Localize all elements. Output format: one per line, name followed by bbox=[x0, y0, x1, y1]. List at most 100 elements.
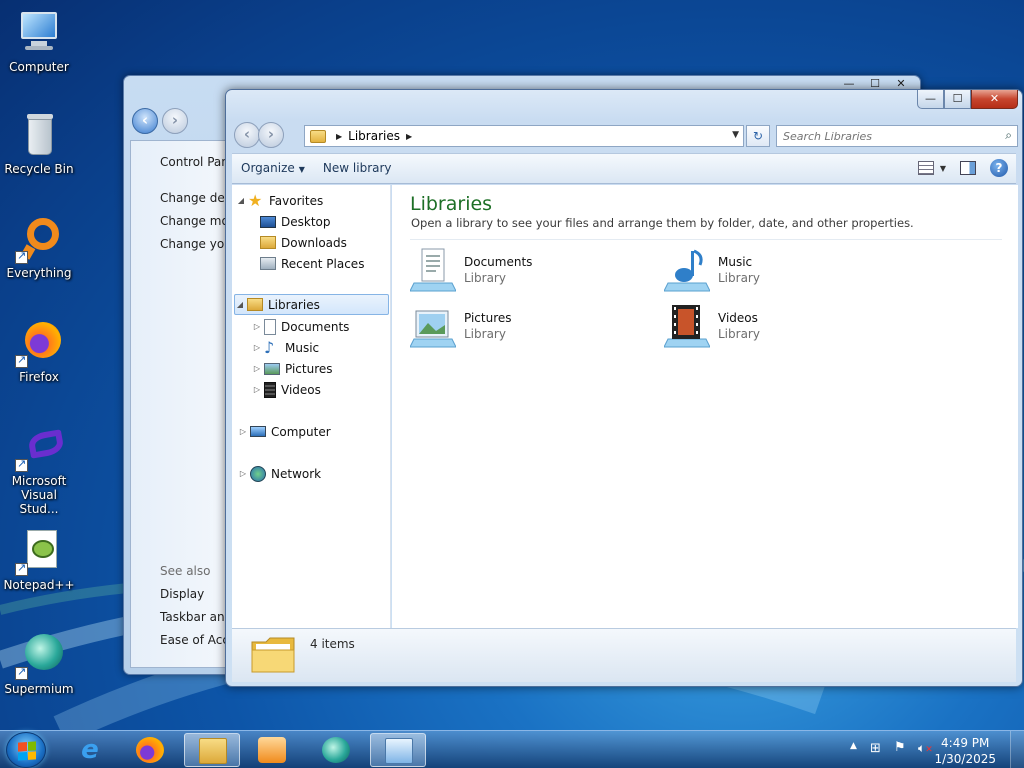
see-also-heading: See also bbox=[160, 564, 211, 578]
desktop-icon-everything[interactable]: Everything bbox=[1, 216, 77, 280]
expand-arrow-icon[interactable]: ▷ bbox=[252, 322, 262, 331]
expand-arrow-icon[interactable]: ◢ bbox=[236, 196, 246, 205]
desktop-icon-firefox[interactable]: Firefox bbox=[1, 320, 77, 384]
library-tile-documents[interactable]: Documents Library bbox=[410, 247, 630, 295]
nav-item-music[interactable]: ▷ ♪ Music bbox=[252, 337, 319, 358]
speaker-muted-icon[interactable]: 🔈︎✕ bbox=[918, 741, 933, 756]
breadcrumb-libraries[interactable]: Libraries bbox=[348, 129, 400, 143]
desktop-icon-label: Recycle Bin bbox=[4, 162, 74, 176]
pictures-icon bbox=[264, 362, 280, 375]
change-view-button[interactable]: ▼ bbox=[917, 161, 946, 175]
nav-label: Network bbox=[271, 466, 322, 481]
organize-button[interactable]: Organize ▼ bbox=[232, 154, 314, 183]
desktop-icon-notepad-plus-plus[interactable]: Notepad++ bbox=[1, 528, 77, 592]
taskbar-link[interactable]: Taskbar and bbox=[160, 610, 232, 624]
firefox-icon bbox=[15, 320, 63, 368]
libraries-icon bbox=[310, 129, 326, 143]
chevron-down-icon: ▼ bbox=[939, 163, 946, 173]
desktop-icon-supermium[interactable]: Supermium bbox=[1, 632, 77, 696]
library-tile-pictures[interactable]: Pictures Library bbox=[410, 303, 630, 351]
pictures-library-icon bbox=[410, 310, 456, 348]
nav-item-videos[interactable]: ▷ Videos bbox=[252, 379, 321, 400]
expand-arrow-icon[interactable]: ▷ bbox=[252, 343, 262, 352]
shortcut-arrow-icon bbox=[15, 353, 28, 368]
desktop-icon-label: Supermium bbox=[4, 682, 74, 696]
show-hidden-icons-icon[interactable]: ▲ bbox=[850, 741, 857, 751]
help-icon[interactable]: ? bbox=[990, 159, 1008, 177]
nav-item-libraries[interactable]: ◢ Libraries bbox=[234, 294, 389, 315]
visual-studio-icon bbox=[15, 424, 65, 472]
library-tile-music[interactable]: Music Library bbox=[664, 247, 884, 295]
minimize-button[interactable]: — bbox=[917, 90, 944, 109]
refresh-button[interactable]: ↻ bbox=[746, 125, 770, 147]
taskbar-clock[interactable]: 4:49 PM 1/30/2025 bbox=[934, 735, 996, 767]
expand-arrow-icon[interactable]: ▷ bbox=[252, 385, 262, 394]
chevron-down-icon[interactable]: ▼ bbox=[732, 130, 739, 140]
library-type: Library bbox=[718, 327, 760, 341]
library-tile-videos[interactable]: Videos Library bbox=[664, 303, 884, 351]
search-box[interactable]: ⌕ bbox=[776, 125, 1018, 147]
back-button[interactable]: ‹ bbox=[132, 108, 158, 134]
new-library-button[interactable]: New library bbox=[314, 154, 401, 183]
nav-item-network[interactable]: ▷ Network bbox=[238, 463, 321, 484]
taskbar-windows-explorer[interactable] bbox=[184, 733, 240, 767]
desktop-icon-label: Everything bbox=[6, 266, 72, 280]
nav-item-recent-places[interactable]: Recent Places bbox=[260, 253, 364, 274]
recent-places-icon bbox=[260, 257, 276, 270]
desktop-icon-recycle-bin[interactable]: Recycle Bin bbox=[1, 112, 77, 176]
nav-label: Favorites bbox=[269, 193, 324, 208]
start-button[interactable] bbox=[6, 732, 46, 768]
change-account-link[interactable]: Change you bbox=[160, 237, 232, 251]
action-center-flag-icon[interactable]: ⚑ bbox=[894, 740, 906, 755]
expand-arrow-icon[interactable]: ▷ bbox=[238, 469, 248, 478]
preview-pane-icon[interactable] bbox=[960, 161, 976, 175]
breadcrumb-arrow-icon[interactable]: ▶ bbox=[406, 132, 412, 141]
show-desktop-button[interactable] bbox=[1010, 731, 1024, 768]
taskbar-firefox[interactable] bbox=[122, 733, 178, 767]
search-input[interactable] bbox=[777, 126, 987, 146]
expand-arrow-icon[interactable]: ◢ bbox=[235, 300, 245, 309]
taskbar-media-player[interactable] bbox=[244, 733, 300, 767]
chevron-down-icon: ▼ bbox=[298, 165, 305, 174]
item-count: 4 items bbox=[310, 637, 355, 651]
nav-label: Recent Places bbox=[281, 256, 365, 271]
expand-arrow-icon[interactable]: ▷ bbox=[238, 427, 248, 436]
breadcrumb-arrow-icon[interactable]: ▶ bbox=[336, 132, 342, 141]
firefox-icon bbox=[136, 737, 164, 763]
maximize-button[interactable]: ☐ bbox=[944, 90, 971, 109]
display-link[interactable]: Display bbox=[160, 587, 204, 601]
change-mouse-link[interactable]: Change mo bbox=[160, 214, 229, 228]
library-type: Library bbox=[718, 271, 760, 285]
divider bbox=[410, 239, 1002, 240]
desktop-icon-visual-studio[interactable]: Microsoft Visual Stud... bbox=[1, 424, 77, 516]
forward-button[interactable]: › bbox=[162, 108, 188, 134]
search-icon[interactable]: ⌕ bbox=[1005, 128, 1012, 143]
nav-item-documents[interactable]: ▷ Documents bbox=[252, 316, 349, 337]
taskbar-control-panel[interactable] bbox=[370, 733, 426, 767]
explorer-window[interactable]: — ☐ ✕ ‹ › ▶ Libraries ▶ ▼ ↻ ⌕ Organize▼ … bbox=[225, 89, 1023, 687]
nav-item-favorites[interactable]: ◢ ★ Favorites bbox=[236, 190, 323, 211]
taskbar-supermium[interactable] bbox=[308, 733, 364, 767]
nav-item-downloads[interactable]: Downloads bbox=[260, 232, 347, 253]
nav-label: Desktop bbox=[281, 214, 331, 229]
music-library-icon bbox=[664, 249, 710, 292]
taskbar-internet-explorer[interactable]: e bbox=[62, 733, 118, 767]
nav-label: Documents bbox=[281, 319, 350, 334]
forward-button[interactable]: › bbox=[258, 122, 284, 148]
address-bar[interactable]: ▶ Libraries ▶ ▼ bbox=[304, 125, 744, 147]
desktop-icon-label: Firefox bbox=[19, 370, 59, 384]
notepad-plus-plus-icon bbox=[15, 528, 63, 576]
nav-item-desktop[interactable]: Desktop bbox=[260, 211, 331, 232]
nav-item-pictures[interactable]: ▷ Pictures bbox=[252, 358, 333, 379]
views-icon bbox=[917, 161, 934, 175]
expand-arrow-icon[interactable]: ▷ bbox=[252, 364, 262, 373]
nav-item-computer[interactable]: ▷ Computer bbox=[238, 421, 331, 442]
shortcut-arrow-icon bbox=[15, 665, 28, 680]
nav-label: Computer bbox=[271, 424, 331, 439]
page-title: Libraries bbox=[410, 193, 493, 215]
close-button[interactable]: ✕ bbox=[971, 90, 1018, 109]
network-tray-icon[interactable]: ⊞ bbox=[870, 741, 881, 756]
back-button[interactable]: ‹ bbox=[234, 122, 260, 148]
star-icon: ★ bbox=[248, 190, 263, 210]
desktop-icon-computer[interactable]: Computer bbox=[1, 10, 77, 74]
